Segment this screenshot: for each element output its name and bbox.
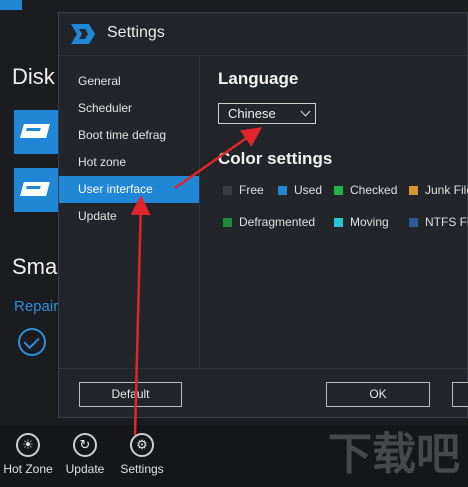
- nav-item-update[interactable]: Update: [59, 203, 199, 230]
- color-settings-heading: Color settings: [218, 149, 333, 168]
- nav-item-general[interactable]: General: [59, 68, 199, 95]
- settings-dialog: Settings General Scheduler Boot time def…: [58, 12, 468, 418]
- disk-drive-icon[interactable]: [14, 168, 58, 212]
- watermark: 下载吧: [328, 429, 460, 480]
- gear-icon: ⚙: [130, 433, 154, 457]
- settings-label: Settings: [120, 462, 164, 476]
- disk-heading: Disk: [12, 64, 55, 89]
- cancel-button-partial[interactable]: [452, 382, 468, 407]
- ok-button[interactable]: OK: [326, 382, 430, 407]
- dialog-title: Settings: [107, 24, 165, 41]
- color-swatch: [409, 218, 418, 227]
- color-swatch: [223, 218, 232, 227]
- legend-item-moving[interactable]: Moving: [334, 215, 389, 229]
- legend-item-junk-file[interactable]: Junk File: [409, 183, 468, 197]
- update-button[interactable]: ↻ Update: [62, 433, 108, 476]
- refresh-icon: ↻: [73, 433, 97, 457]
- language-select-value: Chinese: [228, 106, 276, 121]
- legend-item-free[interactable]: Free: [223, 183, 264, 197]
- settings-nav: General Scheduler Boot time defrag Hot z…: [59, 56, 200, 368]
- settings-content: Language Chinese Color settings Free Use…: [200, 56, 468, 368]
- chevron-down-icon: [300, 106, 311, 117]
- legend-item-checked[interactable]: Checked: [334, 183, 397, 197]
- legend-item-ntfs-file[interactable]: NTFS Fil: [409, 215, 468, 229]
- hot-zone-label: Hot Zone: [3, 462, 53, 476]
- color-swatch: [223, 186, 232, 195]
- color-swatch: [409, 186, 418, 195]
- nav-item-boot-time-defrag[interactable]: Boot time defrag: [59, 122, 199, 149]
- language-heading: Language: [218, 69, 299, 88]
- legend-item-used[interactable]: Used: [278, 183, 322, 197]
- settings-button[interactable]: ⚙ Settings: [118, 433, 166, 476]
- disk-drive-icon[interactable]: [14, 110, 58, 154]
- nav-item-scheduler[interactable]: Scheduler: [59, 95, 199, 122]
- repair-link[interactable]: Repair: [14, 298, 58, 315]
- update-label: Update: [65, 462, 105, 476]
- color-swatch: [334, 218, 343, 227]
- nav-item-hot-zone[interactable]: Hot zone: [59, 149, 199, 176]
- app-titlebar-fragment: [0, 0, 22, 10]
- smart-heading: Sma: [12, 254, 58, 279]
- app-logo-icon: [71, 24, 95, 44]
- check-circle-icon: [18, 328, 46, 356]
- default-button[interactable]: Default: [79, 382, 182, 407]
- color-swatch: [334, 186, 343, 195]
- nav-item-user-interface[interactable]: User interface: [59, 176, 199, 203]
- hot-zone-button[interactable]: ☀ Hot Zone: [2, 433, 54, 476]
- color-swatch: [278, 186, 287, 195]
- legend-item-defragmented[interactable]: Defragmented: [223, 215, 315, 229]
- dialog-titlebar[interactable]: Settings: [59, 13, 467, 56]
- dialog-footer: Default OK: [59, 368, 468, 418]
- brightness-icon: ☀: [16, 433, 40, 457]
- language-select[interactable]: Chinese: [218, 103, 316, 124]
